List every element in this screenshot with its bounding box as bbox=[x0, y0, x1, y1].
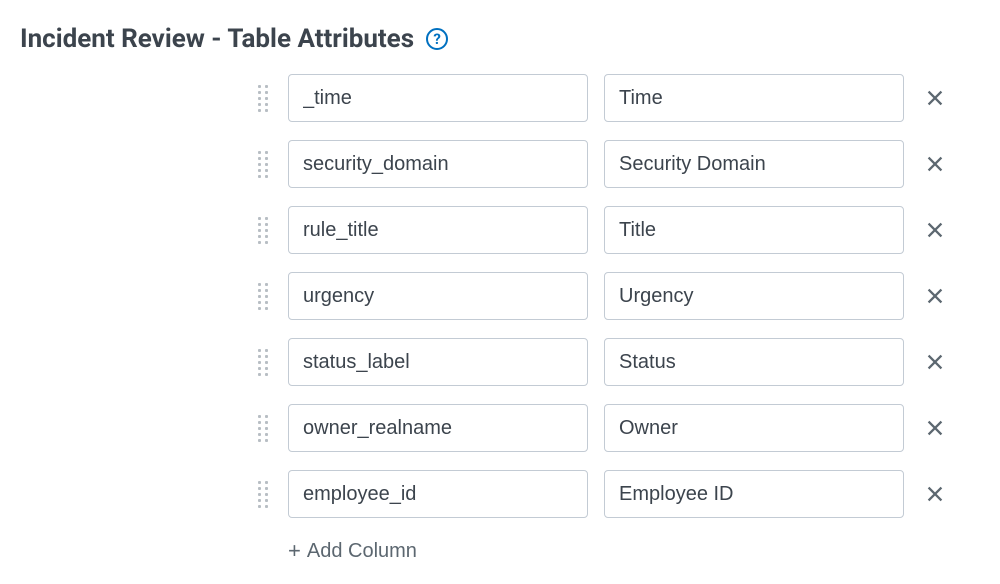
field-label-input[interactable] bbox=[604, 272, 904, 320]
drag-handle-icon[interactable] bbox=[258, 83, 272, 113]
field-label-input[interactable] bbox=[604, 74, 904, 122]
attribute-row bbox=[258, 338, 980, 386]
plus-icon: + bbox=[288, 538, 301, 564]
drag-handle-icon[interactable] bbox=[258, 149, 272, 179]
attribute-row bbox=[258, 74, 980, 122]
attribute-row bbox=[258, 272, 980, 320]
field-name-input[interactable] bbox=[288, 470, 588, 518]
remove-row-button[interactable] bbox=[920, 347, 950, 377]
attribute-row bbox=[258, 206, 980, 254]
field-name-input[interactable] bbox=[288, 404, 588, 452]
remove-row-button[interactable] bbox=[920, 83, 950, 113]
remove-row-button[interactable] bbox=[920, 215, 950, 245]
field-label-input[interactable] bbox=[604, 206, 904, 254]
attribute-row bbox=[258, 470, 980, 518]
close-icon bbox=[924, 351, 946, 373]
field-label-input[interactable] bbox=[604, 338, 904, 386]
field-name-input[interactable] bbox=[288, 140, 588, 188]
remove-row-button[interactable] bbox=[920, 479, 950, 509]
attribute-row bbox=[258, 404, 980, 452]
remove-row-button[interactable] bbox=[920, 413, 950, 443]
drag-handle-icon[interactable] bbox=[258, 281, 272, 311]
field-label-input[interactable] bbox=[604, 140, 904, 188]
remove-row-button[interactable] bbox=[920, 281, 950, 311]
help-icon-glyph: ? bbox=[433, 30, 440, 48]
attribute-row bbox=[258, 140, 980, 188]
field-name-input[interactable] bbox=[288, 74, 588, 122]
attribute-rows bbox=[258, 74, 980, 518]
close-icon bbox=[924, 483, 946, 505]
remove-row-button[interactable] bbox=[920, 149, 950, 179]
close-icon bbox=[924, 285, 946, 307]
help-icon[interactable]: ? bbox=[426, 28, 448, 50]
field-label-input[interactable] bbox=[604, 470, 904, 518]
close-icon bbox=[924, 87, 946, 109]
drag-handle-icon[interactable] bbox=[258, 215, 272, 245]
field-name-input[interactable] bbox=[288, 338, 588, 386]
page-header: Incident Review - Table Attributes ? bbox=[20, 24, 980, 54]
drag-handle-icon[interactable] bbox=[258, 479, 272, 509]
page-title: Incident Review - Table Attributes bbox=[20, 24, 414, 54]
close-icon bbox=[924, 219, 946, 241]
add-column-button[interactable]: + Add Column bbox=[288, 538, 417, 564]
field-name-input[interactable] bbox=[288, 272, 588, 320]
drag-handle-icon[interactable] bbox=[258, 347, 272, 377]
close-icon bbox=[924, 153, 946, 175]
add-column-label: Add Column bbox=[307, 540, 417, 563]
close-icon bbox=[924, 417, 946, 439]
field-label-input[interactable] bbox=[604, 404, 904, 452]
drag-handle-icon[interactable] bbox=[258, 413, 272, 443]
field-name-input[interactable] bbox=[288, 206, 588, 254]
